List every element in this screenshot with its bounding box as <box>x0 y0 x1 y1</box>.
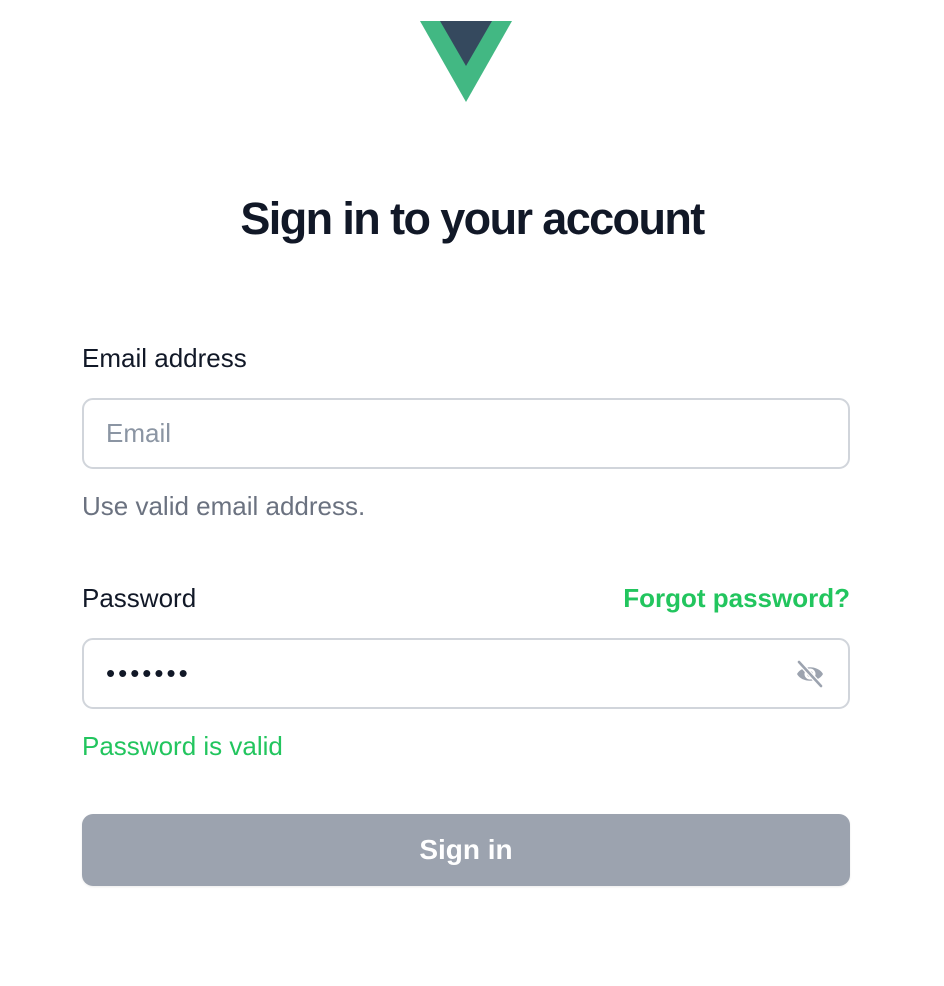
email-hint: Use valid email address. <box>82 491 366 521</box>
forgot-password-link[interactable]: Forgot password? <box>623 581 850 615</box>
eye-slash-icon[interactable] <box>794 659 826 689</box>
password-label: Password <box>82 583 197 613</box>
password-input[interactable] <box>106 640 786 707</box>
password-field-container[interactable] <box>82 638 850 709</box>
email-field-container[interactable] <box>82 398 850 469</box>
email-label: Email address <box>82 343 247 373</box>
sign-in-page: Sign in to your account Email address Us… <box>0 0 944 986</box>
email-input[interactable] <box>106 400 786 467</box>
password-valid-message: Password is valid <box>82 731 283 761</box>
sign-in-button[interactable]: Sign in <box>82 814 850 886</box>
vue-logo-icon <box>420 21 512 102</box>
page-title: Sign in to your account <box>240 193 705 244</box>
